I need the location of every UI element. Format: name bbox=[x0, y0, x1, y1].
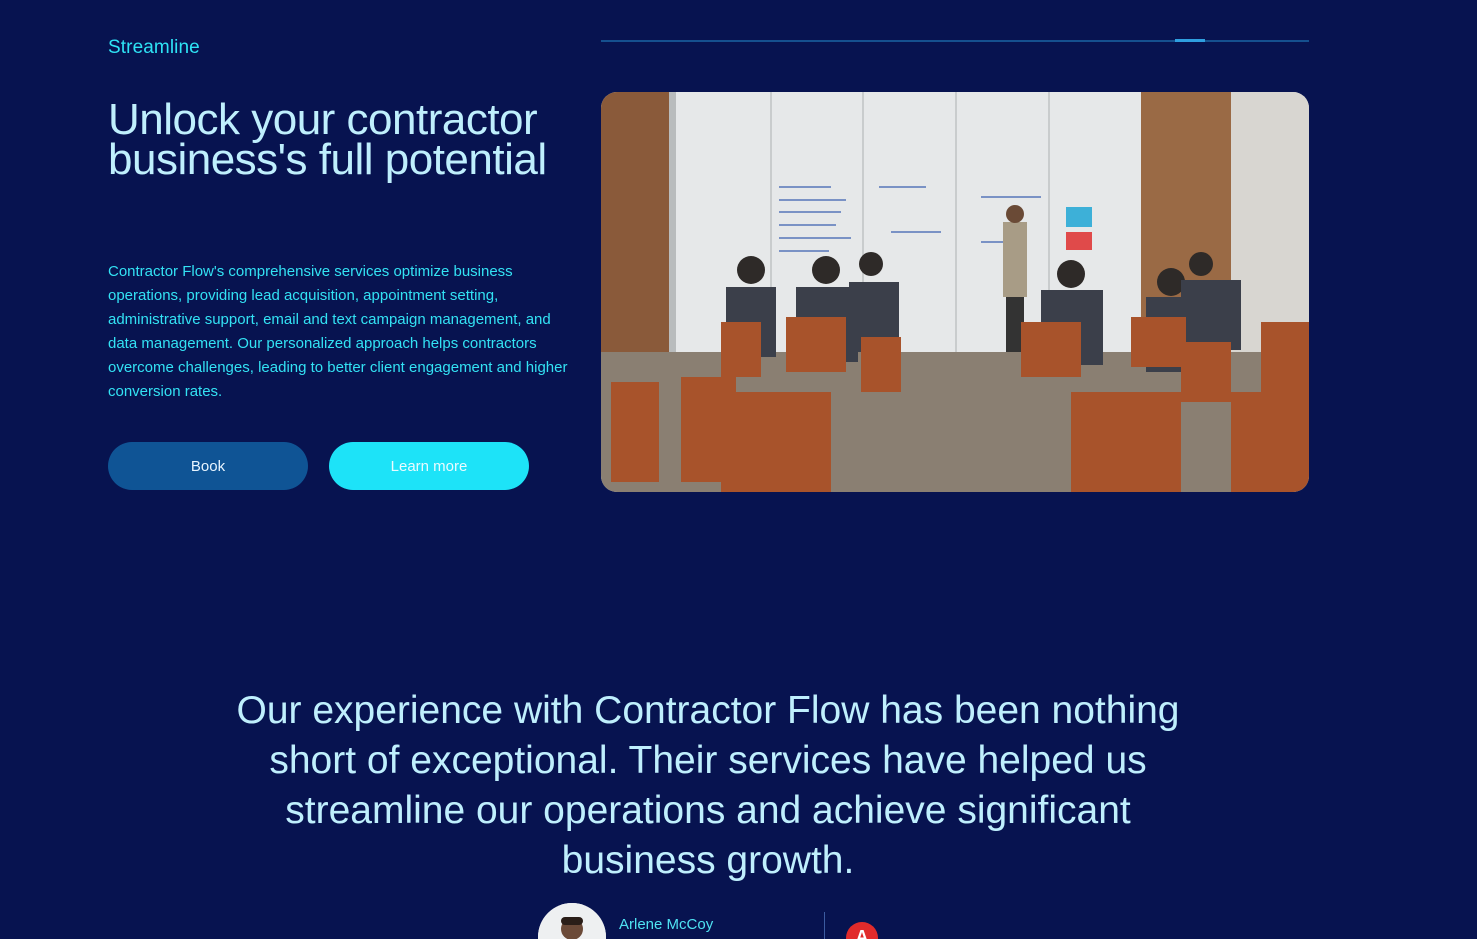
author-name: Arlene McCoy bbox=[619, 916, 714, 933]
attribution-divider bbox=[824, 912, 825, 939]
page: Streamline Unlock your contractor busine… bbox=[0, 0, 1477, 939]
section-eyebrow: Streamline bbox=[108, 37, 200, 58]
hero-headline: Unlock your contractor business's full p… bbox=[108, 95, 547, 184]
slider-progress-track bbox=[601, 39, 1309, 42]
slider-progress-indicator bbox=[1175, 39, 1205, 42]
book-button[interactable]: Book bbox=[108, 442, 308, 490]
testimonial-quote: Our experience with Contractor Flow has … bbox=[236, 689, 1180, 882]
author-avatar bbox=[538, 903, 606, 939]
company-logo: A bbox=[846, 922, 878, 939]
learn-more-button[interactable]: Learn more bbox=[329, 442, 529, 490]
author-photo bbox=[538, 903, 606, 939]
meeting-room-illustration bbox=[601, 92, 1309, 492]
hero-image bbox=[601, 92, 1309, 492]
hero-description: Contractor Flow's comprehensive services… bbox=[108, 263, 568, 400]
